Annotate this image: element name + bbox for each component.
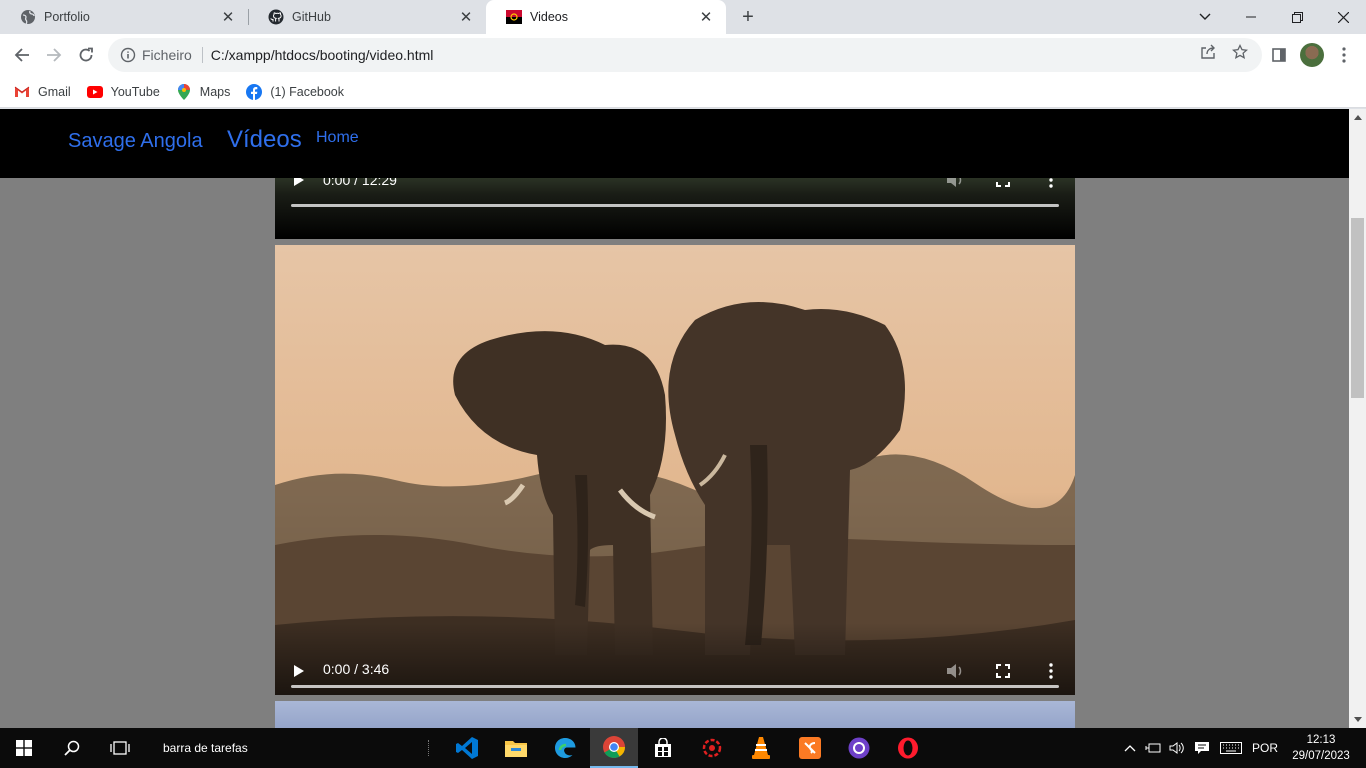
volume-icon[interactable]	[945, 661, 965, 681]
tab-videos[interactable]: Videos ✕	[486, 0, 726, 34]
close-icon[interactable]: ✕	[458, 9, 474, 26]
vscode-icon[interactable]	[443, 728, 491, 768]
fullscreen-icon[interactable]	[993, 661, 1013, 681]
bookmark-gmail[interactable]: Gmail	[14, 84, 71, 100]
search-icon[interactable]	[48, 728, 96, 768]
taskbar-divider	[428, 740, 430, 756]
tab-label: Portfolio	[44, 10, 90, 24]
scroll-up-icon[interactable]	[1349, 109, 1366, 126]
chevron-up-icon[interactable]	[1120, 740, 1140, 756]
file-explorer-icon[interactable]	[492, 728, 540, 768]
bookmark-label: Gmail	[38, 84, 71, 99]
video-controls: 0:00 / 3:46	[275, 623, 1075, 695]
windows-start-icon[interactable]	[0, 728, 48, 768]
taskbar-search-label[interactable]: barra de tarefas	[163, 741, 248, 755]
microsoft-store-icon[interactable]	[639, 728, 687, 768]
language-indicator[interactable]: POR	[1252, 741, 1278, 755]
page-title: Vídeos	[227, 126, 302, 153]
angola-flag-icon	[506, 9, 522, 25]
tab-github[interactable]: GitHub ✕	[248, 0, 486, 34]
url-text[interactable]: C:/xampp/htdocs/booting/video.html	[211, 47, 434, 63]
bookmark-label: Maps	[199, 84, 231, 99]
chrome-icon[interactable]	[590, 728, 638, 768]
volume-icon[interactable]	[1167, 740, 1187, 756]
play-icon[interactable]	[291, 663, 307, 679]
info-icon[interactable]	[120, 47, 136, 63]
tab-label: GitHub	[292, 10, 331, 24]
tab-search-button[interactable]	[1182, 0, 1228, 34]
task-view-icon[interactable]	[96, 728, 144, 768]
video-player[interactable]: 0:00 / 3:46	[275, 245, 1075, 695]
system-clock[interactable]: 12:13 29/07/2023	[1288, 732, 1354, 764]
bookmark-star-icon[interactable]	[1231, 43, 1249, 61]
bookmarks-bar: Gmail YouTube Maps (1) Facebook	[0, 76, 1366, 108]
browser-toolbar: Ficheiro C:/xampp/htdocs/booting/video.h…	[0, 34, 1366, 76]
site-navbar: Savage Angola Vídeos Home	[0, 109, 1349, 178]
bookmark-label: YouTube	[110, 84, 160, 99]
clock-time: 12:13	[1306, 734, 1336, 746]
nav-link-home[interactable]: Home	[316, 129, 359, 147]
bookmark-label: (1) Facebook	[270, 84, 345, 99]
clock-date: 29/07/2023	[1292, 750, 1350, 762]
reload-button[interactable]	[70, 39, 102, 71]
facebook-icon	[246, 83, 263, 100]
keyboard-icon[interactable]	[1219, 740, 1243, 756]
back-button[interactable]	[6, 39, 38, 71]
notification-icon[interactable]	[1192, 740, 1212, 756]
youtube-icon	[86, 84, 103, 100]
bookmark-maps[interactable]: Maps	[176, 83, 231, 100]
xampp-icon[interactable]	[786, 728, 834, 768]
minimize-button[interactable]	[1228, 0, 1274, 34]
page-scrollbar[interactable]	[1349, 109, 1366, 728]
progress-bar[interactable]	[291, 685, 1059, 688]
edge-icon[interactable]	[541, 728, 589, 768]
more-options-icon[interactable]	[1041, 661, 1061, 681]
scrollbar-thumb[interactable]	[1351, 218, 1364, 398]
page-viewport: Savage Angola Vídeos Home 0:00 / 12:29 0…	[0, 109, 1366, 728]
close-icon[interactable]: ✕	[698, 9, 714, 26]
github-icon	[268, 9, 284, 25]
video-time: 0:00 / 3:46	[323, 661, 390, 677]
protocol-label: Ficheiro	[142, 47, 192, 63]
progress-bar[interactable]	[291, 204, 1059, 207]
close-icon[interactable]: ✕	[220, 9, 236, 26]
tab-portfolio[interactable]: Portfolio ✕	[0, 0, 248, 34]
network-icon[interactable]	[1143, 740, 1163, 756]
side-panel-icon[interactable]	[1267, 43, 1291, 67]
opera-icon[interactable]	[884, 728, 932, 768]
github-desktop-icon[interactable]	[835, 728, 883, 768]
tab-strip: Portfolio ✕ GitHub ✕ Videos ✕ +	[0, 0, 1366, 34]
divider	[201, 47, 203, 63]
address-bar[interactable]: Ficheiro C:/xampp/htdocs/booting/video.h…	[108, 38, 1262, 72]
menu-icon[interactable]	[1332, 43, 1356, 67]
windows-taskbar: barra de tarefas POR 12:13 29/07/2023	[0, 728, 1366, 768]
new-tab-button[interactable]: +	[736, 5, 760, 29]
maps-icon	[176, 83, 192, 100]
close-window-button[interactable]	[1320, 0, 1366, 34]
forward-button[interactable]	[38, 39, 70, 71]
app-red-gear-icon[interactable]	[688, 728, 736, 768]
bookmark-facebook[interactable]: (1) Facebook	[246, 83, 345, 100]
video-player[interactable]	[275, 701, 1075, 728]
vlc-icon[interactable]	[737, 728, 785, 768]
share-icon[interactable]	[1199, 43, 1217, 61]
site-brand[interactable]: Savage Angola	[68, 130, 203, 153]
restore-button[interactable]	[1274, 0, 1320, 34]
gmail-icon	[14, 84, 30, 100]
tab-label: Videos	[530, 10, 568, 24]
globe-icon	[20, 9, 36, 25]
profile-avatar[interactable]	[1300, 43, 1324, 67]
bookmark-youtube[interactable]: YouTube	[86, 84, 160, 100]
scroll-down-icon[interactable]	[1349, 711, 1366, 728]
